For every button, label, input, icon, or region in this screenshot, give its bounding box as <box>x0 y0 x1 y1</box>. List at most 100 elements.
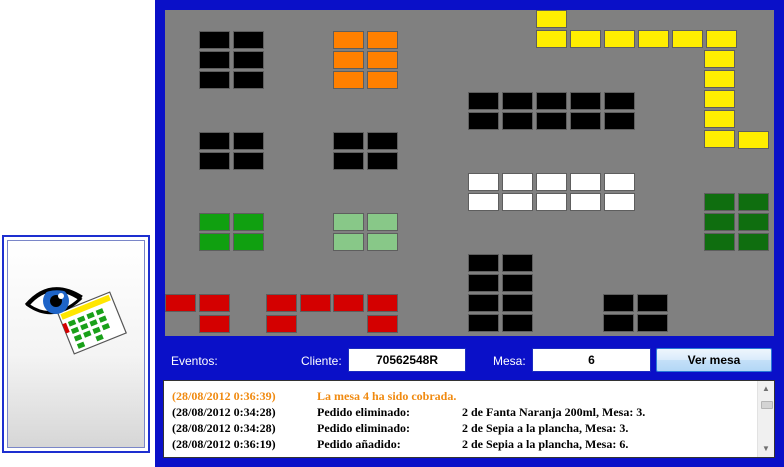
log-entry-event: Pedido eliminado: <box>317 405 411 419</box>
table-cell-red[interactable] <box>199 315 230 333</box>
table-cell-dark-green[interactable] <box>704 193 735 211</box>
table-cell-black[interactable] <box>502 112 533 130</box>
log-scrollbar[interactable]: ▲ ▼ <box>757 381 774 457</box>
table-cell-black[interactable] <box>468 274 499 292</box>
table-cell-yellow[interactable] <box>570 30 601 48</box>
table-cell-dark-green[interactable] <box>704 233 735 251</box>
table-cell-black[interactable] <box>367 152 398 170</box>
table-cell-orange[interactable] <box>333 31 364 49</box>
table-cell-black[interactable] <box>199 71 230 89</box>
table-cell-black[interactable] <box>637 314 668 332</box>
table-cell-dark-green[interactable] <box>738 193 769 211</box>
table-cell-black[interactable] <box>603 314 634 332</box>
table-cell-red[interactable] <box>367 294 398 312</box>
table-cell-black[interactable] <box>199 152 230 170</box>
table-cell-black[interactable] <box>468 294 499 312</box>
table-cell-black[interactable] <box>468 112 499 130</box>
table-cell-orange[interactable] <box>367 31 398 49</box>
mesa-field[interactable]: 6 <box>532 348 651 372</box>
table-cell-light-green[interactable] <box>367 233 398 251</box>
table-cell-black[interactable] <box>502 294 533 312</box>
table-cell-black[interactable] <box>604 92 635 110</box>
table-cell-yellow[interactable] <box>704 90 735 108</box>
table-cell-white[interactable] <box>502 173 533 191</box>
table-cell-black[interactable] <box>233 132 264 150</box>
table-cell-yellow[interactable] <box>536 10 567 28</box>
table-cell-black[interactable] <box>570 112 601 130</box>
scroll-thumb[interactable] <box>761 401 773 409</box>
table-cell-white[interactable] <box>502 193 533 211</box>
table-cell-yellow[interactable] <box>672 30 703 48</box>
table-cell-green[interactable] <box>233 213 264 231</box>
table-cell-orange[interactable] <box>367 71 398 89</box>
table-cell-black[interactable] <box>502 314 533 332</box>
table-cell-yellow[interactable] <box>704 70 735 88</box>
table-cell-yellow[interactable] <box>604 30 635 48</box>
table-cell-black[interactable] <box>233 31 264 49</box>
table-cell-green[interactable] <box>199 233 230 251</box>
table-cell-red[interactable] <box>333 294 364 312</box>
table-cell-green[interactable] <box>199 213 230 231</box>
table-cell-white[interactable] <box>570 173 601 191</box>
table-cell-black[interactable] <box>333 152 364 170</box>
table-cell-white[interactable] <box>536 173 567 191</box>
table-cell-dark-green[interactable] <box>738 213 769 231</box>
table-cell-black[interactable] <box>233 71 264 89</box>
events-log[interactable]: (28/08/2012 0:36:39) La mesa 4 ha sido c… <box>163 380 775 458</box>
table-cell-black[interactable] <box>199 51 230 69</box>
table-cell-light-green[interactable] <box>333 213 364 231</box>
table-cell-light-green[interactable] <box>367 213 398 231</box>
table-cell-black[interactable] <box>468 314 499 332</box>
table-cell-red[interactable] <box>367 315 398 333</box>
ver-mesa-button[interactable]: Ver mesa <box>656 348 772 372</box>
table-cell-black[interactable] <box>604 112 635 130</box>
table-cell-dark-green[interactable] <box>738 233 769 251</box>
table-cell-black[interactable] <box>199 132 230 150</box>
table-cell-green[interactable] <box>233 233 264 251</box>
table-cell-black[interactable] <box>536 92 567 110</box>
log-entry-time: (28/08/2012 0:36:39) <box>172 389 276 403</box>
table-cell-orange[interactable] <box>367 51 398 69</box>
cliente-field[interactable]: 70562548R <box>348 348 466 372</box>
table-cell-red[interactable] <box>266 294 297 312</box>
table-cell-yellow[interactable] <box>704 130 735 148</box>
table-cell-orange[interactable] <box>333 51 364 69</box>
table-cell-yellow[interactable] <box>704 110 735 128</box>
table-cell-black[interactable] <box>536 112 567 130</box>
table-cell-black[interactable] <box>468 92 499 110</box>
scroll-up-arrow[interactable]: ▲ <box>758 381 774 397</box>
table-cell-black[interactable] <box>233 51 264 69</box>
table-cell-yellow[interactable] <box>738 131 769 149</box>
eye-reviewing-floor-plan-icon <box>24 287 127 355</box>
table-cell-white[interactable] <box>604 193 635 211</box>
table-cell-yellow[interactable] <box>536 30 567 48</box>
table-cell-black[interactable] <box>502 92 533 110</box>
table-cell-black[interactable] <box>468 254 499 272</box>
table-cell-black[interactable] <box>333 132 364 150</box>
table-cell-yellow[interactable] <box>706 30 737 48</box>
table-cell-orange[interactable] <box>333 71 364 89</box>
table-cell-white[interactable] <box>468 173 499 191</box>
table-cell-black[interactable] <box>233 152 264 170</box>
table-cell-white[interactable] <box>536 193 567 211</box>
table-cell-red[interactable] <box>199 294 230 312</box>
table-cell-white[interactable] <box>604 173 635 191</box>
scroll-down-arrow[interactable]: ▼ <box>758 441 774 457</box>
table-cell-black[interactable] <box>502 274 533 292</box>
table-cell-black[interactable] <box>502 254 533 272</box>
table-cell-yellow[interactable] <box>704 50 735 68</box>
table-cell-black[interactable] <box>603 294 634 312</box>
table-cell-red[interactable] <box>165 294 196 312</box>
table-cell-red[interactable] <box>300 294 331 312</box>
table-cell-black[interactable] <box>570 92 601 110</box>
table-cell-white[interactable] <box>570 193 601 211</box>
app-launcher-button[interactable] <box>2 235 150 453</box>
table-cell-red[interactable] <box>266 315 297 333</box>
table-cell-black[interactable] <box>367 132 398 150</box>
table-cell-black[interactable] <box>199 31 230 49</box>
table-cell-dark-green[interactable] <box>704 213 735 231</box>
table-cell-light-green[interactable] <box>333 233 364 251</box>
table-cell-yellow[interactable] <box>638 30 669 48</box>
table-cell-black[interactable] <box>637 294 668 312</box>
table-cell-white[interactable] <box>468 193 499 211</box>
